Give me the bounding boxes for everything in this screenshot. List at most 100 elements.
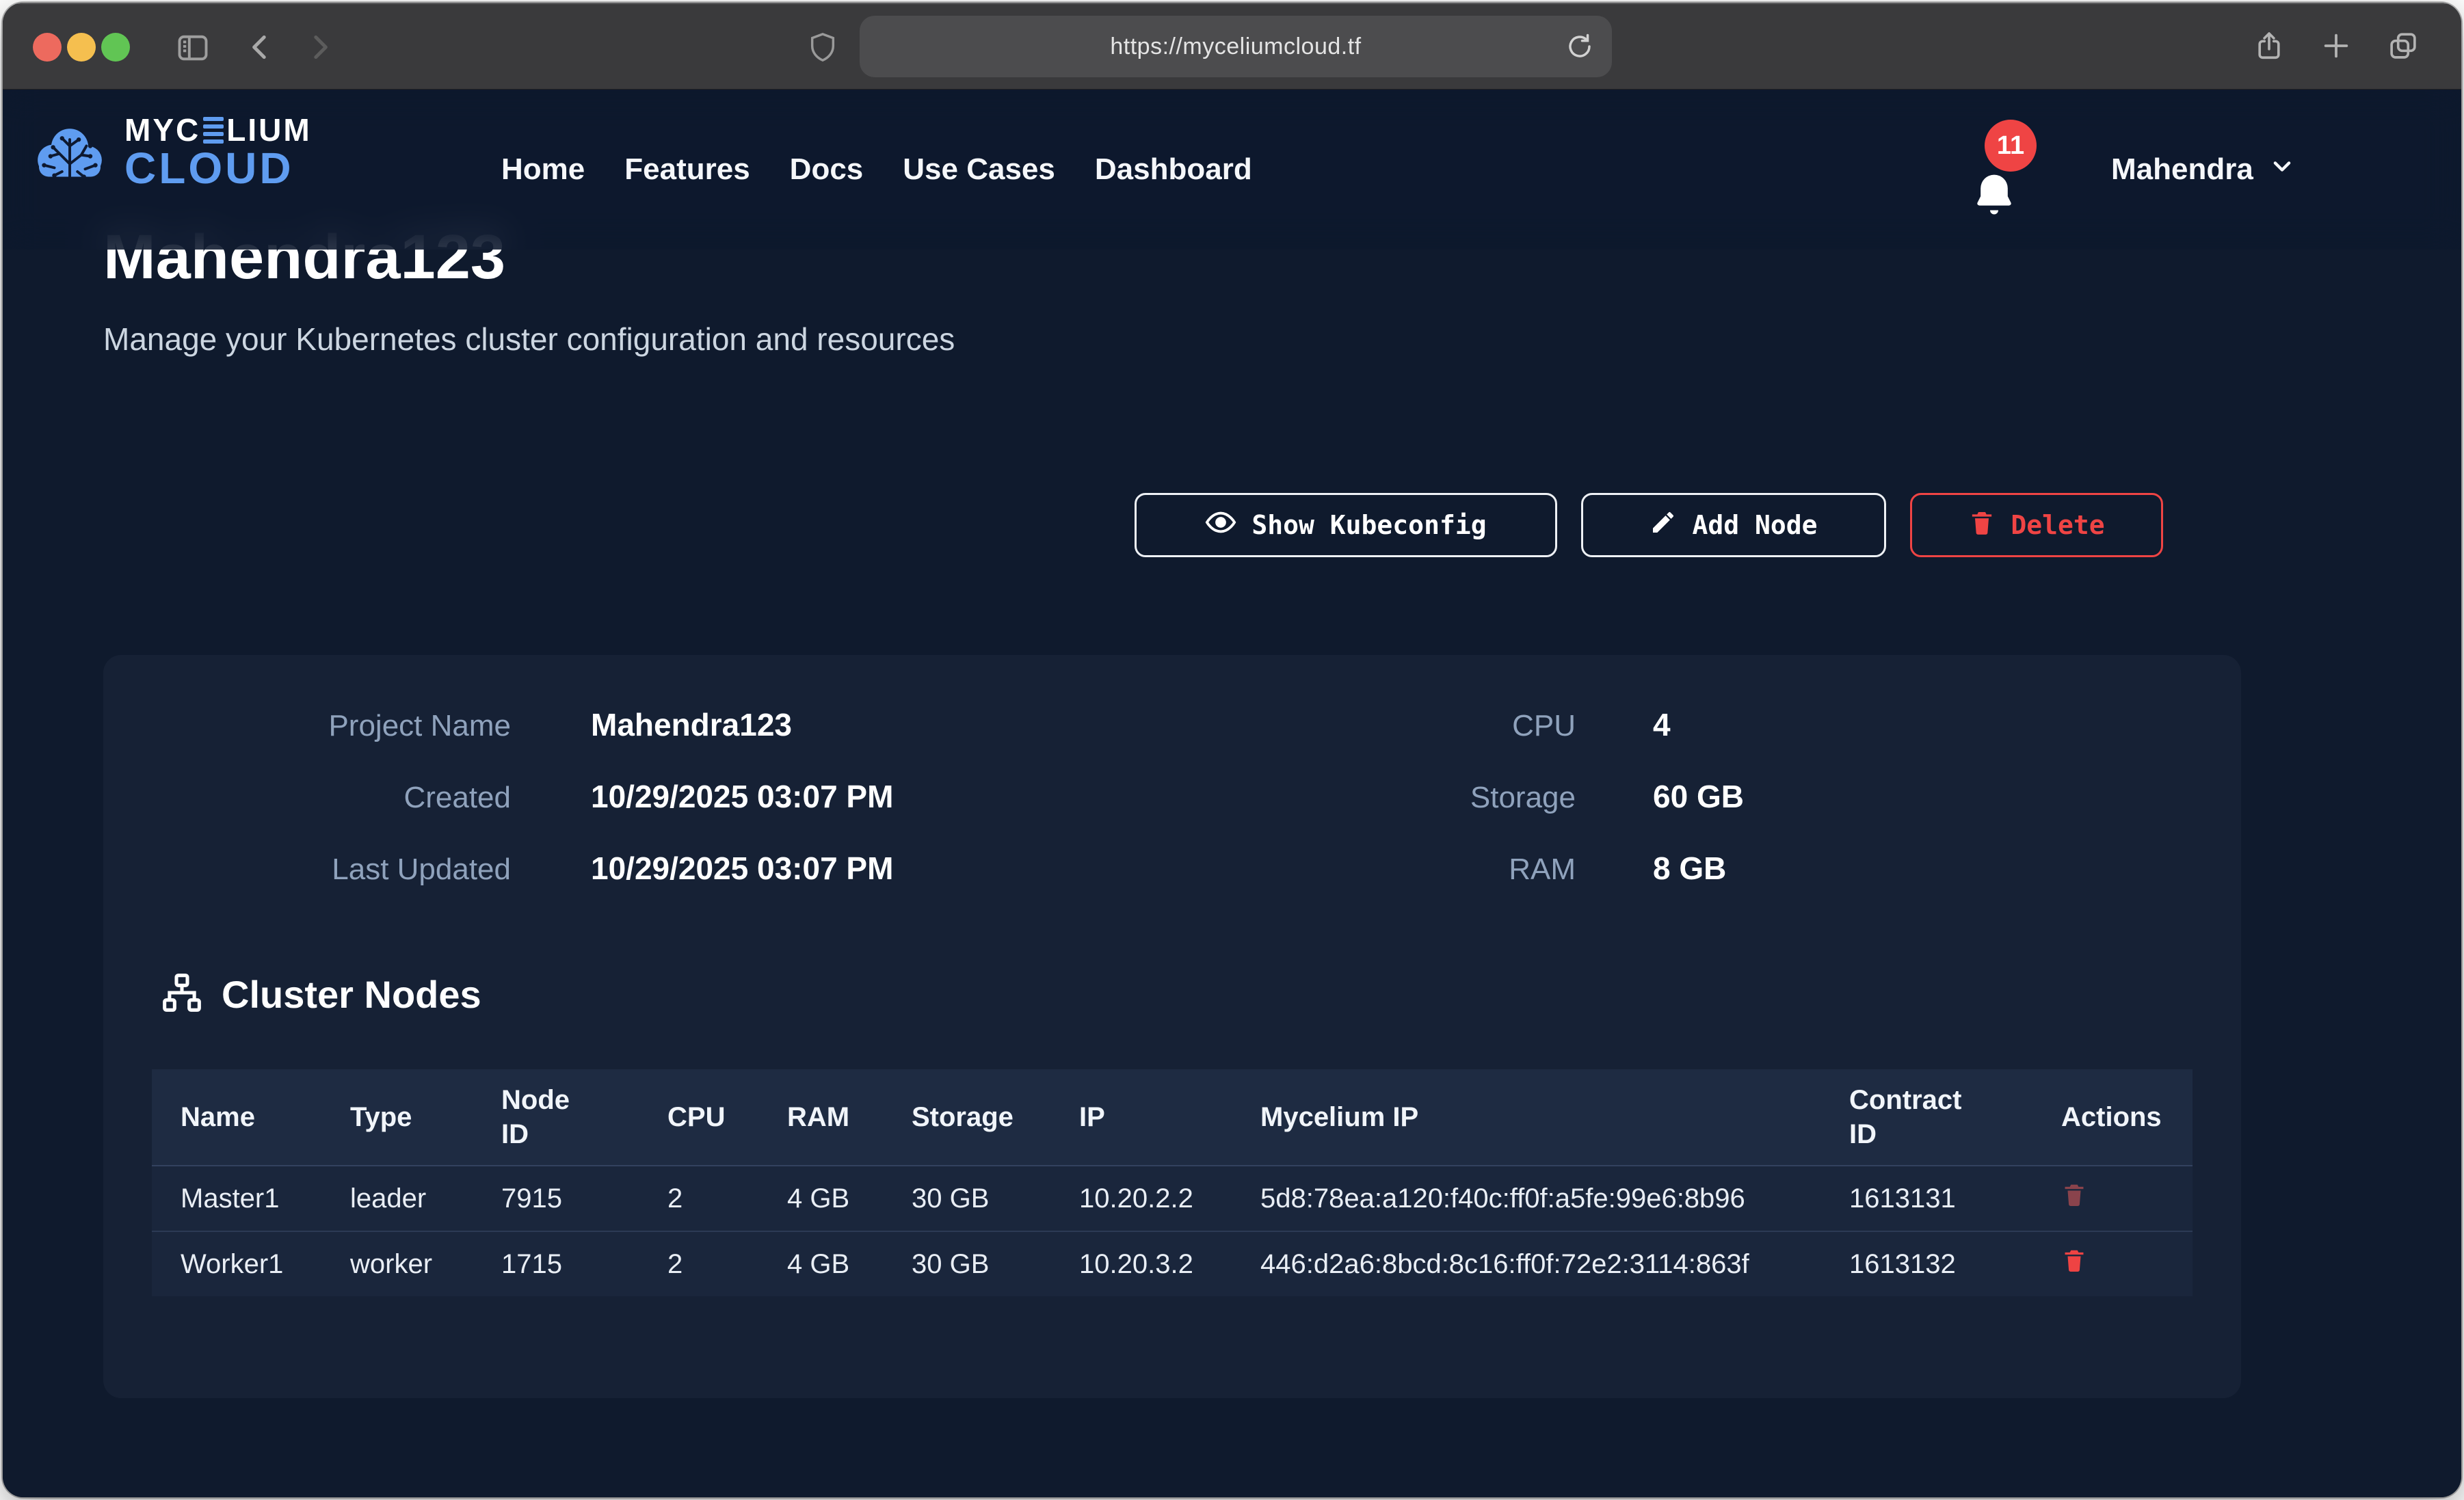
cell-cpu: 2 xyxy=(639,1166,758,1231)
sitemap-icon xyxy=(160,971,204,1018)
page-content: Mahendra123 Manage your Kubernetes clust… xyxy=(3,90,2461,1497)
nav-link-docs[interactable]: Docs xyxy=(790,152,864,187)
nav-link-features[interactable]: Features xyxy=(624,152,750,187)
cell-mycelium-ip: 5d8:78ea:a120:f40c:ff0f:a5fe:99e6:8b96 xyxy=(1232,1166,1820,1231)
project-name-value: Mahendra123 xyxy=(591,706,792,744)
col-contract-id: Contract ID xyxy=(1820,1069,2032,1166)
close-window-button[interactable] xyxy=(33,33,62,62)
nav-link-dashboard[interactable]: Dashboard xyxy=(1095,152,1252,187)
forward-icon[interactable] xyxy=(302,30,336,64)
browser-toolbar: https://myceliumcloud.tf xyxy=(3,3,2461,90)
user-menu[interactable]: Mahendra xyxy=(2111,90,2297,250)
created-row: Created 10/29/2025 03:07 PM xyxy=(103,777,893,817)
brand-e-icon xyxy=(203,117,224,144)
new-tab-icon[interactable] xyxy=(2320,30,2352,65)
address-bar[interactable]: https://myceliumcloud.tf xyxy=(860,16,1612,77)
cell-actions xyxy=(2032,1231,2193,1296)
delete-cluster-button[interactable]: Delete xyxy=(1910,493,2163,557)
cpu-label: CPU xyxy=(1165,707,1576,745)
tabs-overview-icon[interactable] xyxy=(2387,30,2419,65)
project-name-label: Project Name xyxy=(103,707,511,745)
url-text: https://myceliumcloud.tf xyxy=(1110,34,1361,60)
created-value: 10/29/2025 03:07 PM xyxy=(591,777,893,816)
share-icon[interactable] xyxy=(2253,30,2285,65)
privacy-shield-icon[interactable] xyxy=(807,31,838,63)
chevron-down-icon xyxy=(2267,151,2297,189)
ram-label: RAM xyxy=(1165,851,1576,889)
col-name: Name xyxy=(152,1069,321,1166)
cell-ip: 10.20.2.2 xyxy=(1050,1166,1232,1231)
cell-ram: 4 GB xyxy=(758,1166,883,1231)
cluster-nodes-table: Name Type Node ID CPU RAM Storage IP Myc… xyxy=(152,1069,2193,1296)
brand-line-cloud: CLOUD xyxy=(124,146,312,191)
last-updated-value: 10/29/2025 03:07 PM xyxy=(591,849,893,887)
cell-contract-id: 1613131 xyxy=(1820,1166,2032,1231)
minimize-window-button[interactable] xyxy=(67,33,96,62)
storage-row: Storage 60 GB xyxy=(1165,777,1744,817)
add-node-label: Add Node xyxy=(1692,510,1817,540)
cell-name: Worker1 xyxy=(152,1231,321,1296)
brand-logo[interactable]: MYCLIUM CLOUD xyxy=(29,114,312,191)
trash-icon xyxy=(2061,1247,2087,1275)
page-subtitle: Manage your Kubernetes cluster configura… xyxy=(103,321,955,358)
toolbar-right-icons xyxy=(2253,30,2419,65)
col-storage: Storage xyxy=(883,1069,1050,1166)
cpu-value: 4 xyxy=(1653,706,1671,744)
nav-link-home[interactable]: Home xyxy=(501,152,585,187)
cell-actions xyxy=(2032,1166,2193,1231)
cell-contract-id: 1613132 xyxy=(1820,1231,2032,1296)
cell-ram: 4 GB xyxy=(758,1231,883,1296)
ram-value: 8 GB xyxy=(1653,849,1726,887)
trash-icon xyxy=(1968,509,1996,542)
cluster-nodes-title: Cluster Nodes xyxy=(222,972,481,1017)
window-controls xyxy=(33,33,130,62)
notifications-bell-icon[interactable] xyxy=(1970,170,2019,223)
cell-type: leader xyxy=(321,1166,473,1231)
overview-right-column: CPU 4 Storage 60 GB RAM 8 GB xyxy=(1165,706,1744,921)
table-row: Worker1 worker 1715 2 4 GB 30 GB 10.20.3… xyxy=(152,1231,2193,1296)
last-updated-label: Last Updated xyxy=(103,851,511,889)
col-cpu: CPU xyxy=(639,1069,758,1166)
project-name-row: Project Name Mahendra123 xyxy=(103,706,893,745)
table-header-row: Name Type Node ID CPU RAM Storage IP Myc… xyxy=(152,1069,2193,1166)
cell-name: Master1 xyxy=(152,1166,321,1231)
trash-icon xyxy=(2061,1181,2087,1209)
overview-left-column: Project Name Mahendra123 Created 10/29/2… xyxy=(103,706,893,921)
table-row: Master1 leader 7915 2 4 GB 30 GB 10.20.2… xyxy=(152,1166,2193,1231)
user-name: Mahendra xyxy=(2111,152,2253,187)
storage-label: Storage xyxy=(1165,779,1576,817)
zoom-window-button[interactable] xyxy=(101,33,130,62)
cell-cpu: 2 xyxy=(639,1231,758,1296)
sidebar-toggle-icon[interactable] xyxy=(175,30,211,66)
nav-link-use-cases[interactable]: Use Cases xyxy=(903,152,1055,187)
pencil-icon xyxy=(1650,509,1677,542)
col-type: Type xyxy=(321,1069,473,1166)
back-icon[interactable] xyxy=(243,30,278,64)
browser-window: https://myceliumcloud.tf Mahendra123 xyxy=(3,3,2461,1497)
notification-count-badge[interactable]: 11 xyxy=(1985,120,2037,172)
show-kubeconfig-button[interactable]: Show Kubeconfig xyxy=(1135,493,1557,557)
cluster-overview-card: Project Name Mahendra123 Created 10/29/2… xyxy=(103,655,2241,1398)
storage-value: 60 GB xyxy=(1653,777,1744,816)
reload-icon[interactable] xyxy=(1565,32,1594,64)
ram-row: RAM 8 GB xyxy=(1165,849,1744,889)
cell-type: worker xyxy=(321,1231,473,1296)
brand-wordmark: MYCLIUM CLOUD xyxy=(124,114,312,191)
created-label: Created xyxy=(103,779,511,817)
brand-line-mycelium: MYCLIUM xyxy=(124,114,312,146)
cpu-row: CPU 4 xyxy=(1165,706,1744,745)
delete-node-button[interactable] xyxy=(2061,1247,2087,1275)
cell-node-id: 7915 xyxy=(473,1166,639,1231)
delete-label: Delete xyxy=(2011,510,2104,540)
nav-links: Home Features Docs Use Cases Dashboard xyxy=(501,90,1252,250)
cell-node-id: 1715 xyxy=(473,1231,639,1296)
show-kubeconfig-label: Show Kubeconfig xyxy=(1251,510,1486,540)
top-navbar: MYCLIUM CLOUD Home Features Docs Use Cas… xyxy=(3,90,2461,250)
col-ram: RAM xyxy=(758,1069,883,1166)
eye-icon xyxy=(1205,507,1236,544)
col-ip: IP xyxy=(1050,1069,1232,1166)
add-node-button[interactable]: Add Node xyxy=(1581,493,1886,557)
delete-node-button[interactable] xyxy=(2061,1181,2087,1209)
cell-ip: 10.20.3.2 xyxy=(1050,1231,1232,1296)
mycelium-cloud-logo-icon xyxy=(29,119,111,187)
